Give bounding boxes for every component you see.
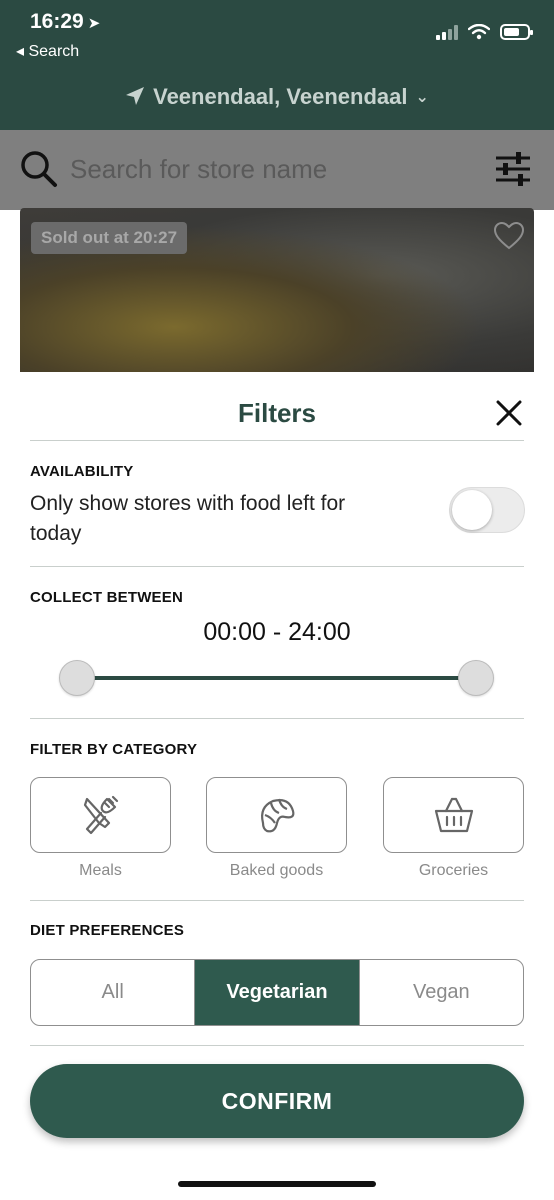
filters-sheet: Filters AVAILABILITY Only show stores wi…	[0, 372, 554, 1200]
divider	[30, 1045, 524, 1046]
divider	[30, 718, 524, 719]
slider-end-handle[interactable]	[458, 660, 494, 696]
divider	[30, 566, 524, 567]
clock-text: 16:29	[30, 10, 84, 33]
back-to-search-link[interactable]: ◂ Search	[16, 41, 79, 61]
category-meals-label: Meals	[79, 862, 122, 879]
location-selector[interactable]: Veenendaal, Veenendaal ⌄	[0, 84, 554, 110]
category-baked-goods-label: Baked goods	[229, 862, 324, 879]
status-indicators	[436, 24, 533, 40]
diet-segmented-control: All Vegetarian Vegan	[30, 959, 524, 1026]
diet-option-vegan[interactable]: Vegan	[358, 960, 523, 1025]
cutlery-icon	[83, 795, 118, 835]
cellular-signal-icon	[436, 24, 458, 40]
battery-icon	[500, 24, 533, 40]
heart-icon[interactable]	[494, 222, 524, 250]
diet-preferences-label: DIET PREFERENCES	[30, 922, 185, 939]
basket-icon	[434, 797, 473, 833]
divider	[30, 900, 524, 901]
chevron-down-icon: ⌄	[415, 89, 429, 106]
slider-start-handle[interactable]	[59, 660, 95, 696]
search-bar: Search for store name	[0, 130, 554, 210]
availability-label: AVAILABILITY	[30, 463, 134, 480]
divider	[30, 440, 524, 441]
navigation-arrow-icon	[126, 87, 145, 105]
collect-between-label: COLLECT BETWEEN	[30, 589, 183, 606]
location-label: Veenendaal, Veenendaal	[153, 84, 408, 109]
category-baked-goods-button[interactable]	[206, 777, 347, 853]
wifi-icon	[468, 24, 490, 40]
close-icon[interactable]	[494, 398, 524, 428]
sheet-title: Filters	[237, 398, 317, 428]
availability-toggle[interactable]	[449, 487, 525, 533]
home-indicator[interactable]	[178, 1181, 376, 1187]
location-arrow-icon: ➤	[87, 15, 101, 32]
diet-option-vegetarian[interactable]: Vegetarian	[194, 960, 359, 1025]
category-label: FILTER BY CATEGORY	[30, 741, 198, 758]
category-groceries-label: Groceries	[418, 862, 489, 879]
time-range-value: 00:00 - 24:00	[203, 618, 351, 646]
sold-out-badge: Sold out at 20:27	[31, 222, 188, 254]
search-input[interactable]: Search for store name	[70, 154, 327, 185]
filter-sliders-icon[interactable]	[494, 152, 532, 186]
category-groceries-button[interactable]	[383, 777, 524, 853]
diet-option-all[interactable]: All	[31, 960, 194, 1025]
time-slider-track[interactable]	[77, 676, 477, 680]
search-icon[interactable]	[20, 150, 58, 188]
category-meals-button[interactable]	[30, 777, 171, 853]
confirm-button[interactable]: CONFIRM	[30, 1064, 524, 1138]
croissant-icon	[260, 798, 294, 833]
availability-text: Only show stores with food left for toda…	[30, 492, 346, 545]
app-header: 16:29 ➤ ◂ Search Veenendaal, Veenendaal ⌄	[0, 0, 554, 130]
toggle-knob	[452, 490, 492, 530]
status-time: 16:29 ➤	[30, 10, 100, 34]
